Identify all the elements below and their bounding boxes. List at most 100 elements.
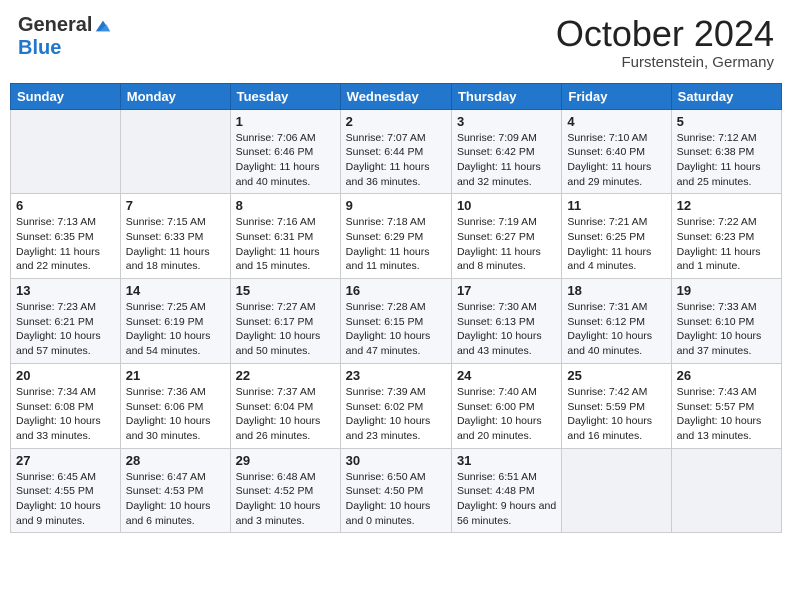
day-number: 26 (677, 368, 776, 383)
calendar-day-cell: 13 Sunrise: 7:23 AMSunset: 6:21 PMDayligh… (11, 279, 121, 364)
calendar-day-cell: 4Sunrise: 7:10 AMSunset: 6:40 PMDaylight… (562, 109, 671, 194)
day-number: 29 (236, 453, 335, 468)
calendar-day-cell: 26 Sunrise: 7:43 AMSunset: 5:57 PMDayligh… (671, 363, 781, 448)
month-title: October 2024 (556, 14, 774, 54)
day-number: 5 (677, 114, 776, 129)
day-of-week-header: Wednesday (340, 83, 451, 109)
day-info: Sunrise: 6:51 AMSunset: 4:48 PMDaylight:… (457, 470, 556, 529)
day-info: Sunrise: 7:39 AMSunset: 6:02 PMDaylight:… (346, 385, 446, 444)
day-number: 30 (346, 453, 446, 468)
calendar-day-cell (671, 448, 781, 533)
day-of-week-header: Friday (562, 83, 671, 109)
calendar-day-cell: 16Sunrise: 7:28 AMSunset: 6:15 PMDayligh… (340, 279, 451, 364)
day-of-week-header: Tuesday (230, 83, 340, 109)
calendar-day-cell (562, 448, 671, 533)
calendar-day-cell: 20 Sunrise: 7:34 AMSunset: 6:08 PMDayligh… (11, 363, 121, 448)
day-number: 17 (457, 283, 556, 298)
day-info: Sunrise: 7:31 AMSunset: 6:12 PMDaylight:… (567, 300, 665, 359)
calendar-table: SundayMondayTuesdayWednesdayThursdayFrid… (10, 83, 782, 534)
day-of-week-header: Sunday (11, 83, 121, 109)
day-number: 19 (677, 283, 776, 298)
day-number: 21 (126, 368, 225, 383)
day-info: Sunrise: 7:19 AMSunset: 6:27 PMDaylight:… (457, 215, 556, 274)
calendar-week-row: 13 Sunrise: 7:23 AMSunset: 6:21 PMDayligh… (11, 279, 782, 364)
day-number: 7 (126, 198, 225, 213)
logo-general-text: General (18, 14, 92, 37)
day-info: Sunrise: 7:42 AMSunset: 5:59 PMDaylight:… (567, 385, 665, 444)
day-info: Sunrise: 7:27 AMSunset: 6:17 PMDaylight:… (236, 300, 335, 359)
day-number: 13 (16, 283, 115, 298)
day-info: Sunrise: 6:50 AMSunset: 4:50 PMDaylight:… (346, 470, 446, 529)
day-number: 25 (567, 368, 665, 383)
calendar-week-row: 27 Sunrise: 6:45 AMSunset: 4:55 PMDayligh… (11, 448, 782, 533)
day-info: Sunrise: 7:36 AMSunset: 6:06 PMDaylight:… (126, 385, 225, 444)
day-info: Sunrise: 7:30 AMSunset: 6:13 PMDaylight:… (457, 300, 556, 359)
calendar-day-cell: 18 Sunrise: 7:31 AMSunset: 6:12 PMDayligh… (562, 279, 671, 364)
day-number: 6 (16, 198, 115, 213)
day-number: 16 (346, 283, 446, 298)
day-info: Sunrise: 6:45 AMSunset: 4:55 PMDaylight:… (16, 470, 115, 529)
day-number: 1 (236, 114, 335, 129)
calendar-day-cell: 10 Sunrise: 7:19 AMSunset: 6:27 PMDayligh… (451, 194, 561, 279)
day-info: Sunrise: 7:25 AMSunset: 6:19 PMDaylight:… (126, 300, 225, 359)
day-info: Sunrise: 7:09 AMSunset: 6:42 PMDaylight:… (457, 131, 556, 190)
calendar-day-cell: 30 Sunrise: 6:50 AMSunset: 4:50 PMDayligh… (340, 448, 451, 533)
day-info: Sunrise: 7:23 AMSunset: 6:21 PMDaylight:… (16, 300, 115, 359)
calendar-day-cell: 17 Sunrise: 7:30 AMSunset: 6:13 PMDayligh… (451, 279, 561, 364)
calendar-day-cell: 19 Sunrise: 7:33 AMSunset: 6:10 PMDayligh… (671, 279, 781, 364)
day-info: Sunrise: 7:22 AMSunset: 6:23 PMDaylight:… (677, 215, 776, 274)
day-info: Sunrise: 7:16 AMSunset: 6:31 PMDaylight:… (236, 215, 335, 274)
day-number: 2 (346, 114, 446, 129)
day-info: Sunrise: 7:13 AMSunset: 6:35 PMDaylight:… (16, 215, 115, 274)
calendar-week-row: 20 Sunrise: 7:34 AMSunset: 6:08 PMDayligh… (11, 363, 782, 448)
day-number: 10 (457, 198, 556, 213)
calendar-day-cell: 11 Sunrise: 7:21 AMSunset: 6:25 PMDayligh… (562, 194, 671, 279)
day-number: 11 (567, 198, 665, 213)
calendar-day-cell: 22Sunrise: 7:37 AMSunset: 6:04 PMDayligh… (230, 363, 340, 448)
calendar-day-cell: 29Sunrise: 6:48 AMSunset: 4:52 PMDayligh… (230, 448, 340, 533)
calendar-day-cell: 24Sunrise: 7:40 AMSunset: 6:00 PMDayligh… (451, 363, 561, 448)
day-number: 12 (677, 198, 776, 213)
day-number: 14 (126, 283, 225, 298)
calendar-day-cell (11, 109, 121, 194)
calendar-day-cell: 15Sunrise: 7:27 AMSunset: 6:17 PMDayligh… (230, 279, 340, 364)
calendar-day-cell: 28Sunrise: 6:47 AMSunset: 4:53 PMDayligh… (120, 448, 230, 533)
day-number: 18 (567, 283, 665, 298)
calendar-day-cell: 31 Sunrise: 6:51 AMSunset: 4:48 PMDayligh… (451, 448, 561, 533)
logo-blue-text: Blue (18, 37, 61, 60)
day-number: 20 (16, 368, 115, 383)
day-number: 24 (457, 368, 556, 383)
day-number: 8 (236, 198, 335, 213)
day-number: 31 (457, 453, 556, 468)
logo-icon (94, 17, 112, 35)
calendar-day-cell: 6 Sunrise: 7:13 AMSunset: 6:35 PMDaylight… (11, 194, 121, 279)
calendar-day-cell: 3Sunrise: 7:09 AMSunset: 6:42 PMDaylight… (451, 109, 561, 194)
day-info: Sunrise: 7:15 AMSunset: 6:33 PMDaylight:… (126, 215, 225, 274)
day-info: Sunrise: 7:21 AMSunset: 6:25 PMDaylight:… (567, 215, 665, 274)
day-info: Sunrise: 6:47 AMSunset: 4:53 PMDaylight:… (126, 470, 225, 529)
day-number: 27 (16, 453, 115, 468)
day-of-week-header: Saturday (671, 83, 781, 109)
day-number: 4 (567, 114, 665, 129)
day-number: 9 (346, 198, 446, 213)
calendar-week-row: 1 Sunrise: 7:06 AMSunset: 6:46 PMDaylight… (11, 109, 782, 194)
day-info: Sunrise: 7:43 AMSunset: 5:57 PMDaylight:… (677, 385, 776, 444)
day-info: Sunrise: 7:37 AMSunset: 6:04 PMDaylight:… (236, 385, 335, 444)
calendar-day-cell: 12 Sunrise: 7:22 AMSunset: 6:23 PMDayligh… (671, 194, 781, 279)
logo: General Blue (18, 14, 112, 60)
day-info: Sunrise: 7:18 AMSunset: 6:29 PMDaylight:… (346, 215, 446, 274)
calendar-day-cell: 1 Sunrise: 7:06 AMSunset: 6:46 PMDaylight… (230, 109, 340, 194)
day-info: Sunrise: 7:33 AMSunset: 6:10 PMDaylight:… (677, 300, 776, 359)
calendar-day-cell: 23 Sunrise: 7:39 AMSunset: 6:02 PMDayligh… (340, 363, 451, 448)
calendar-day-cell (120, 109, 230, 194)
day-info: Sunrise: 7:34 AMSunset: 6:08 PMDaylight:… (16, 385, 115, 444)
calendar-day-cell: 25 Sunrise: 7:42 AMSunset: 5:59 PMDayligh… (562, 363, 671, 448)
day-number: 23 (346, 368, 446, 383)
calendar-day-cell: 21 Sunrise: 7:36 AMSunset: 6:06 PMDayligh… (120, 363, 230, 448)
calendar-day-cell: 27 Sunrise: 6:45 AMSunset: 4:55 PMDayligh… (11, 448, 121, 533)
calendar-day-cell: 7 Sunrise: 7:15 AMSunset: 6:33 PMDaylight… (120, 194, 230, 279)
page-header: General Blue October 2024 Furstenstein, … (10, 10, 782, 75)
day-info: Sunrise: 7:06 AMSunset: 6:46 PMDaylight:… (236, 131, 335, 190)
day-info: Sunrise: 7:07 AMSunset: 6:44 PMDaylight:… (346, 131, 446, 190)
calendar-day-cell: 5Sunrise: 7:12 AMSunset: 6:38 PMDaylight… (671, 109, 781, 194)
